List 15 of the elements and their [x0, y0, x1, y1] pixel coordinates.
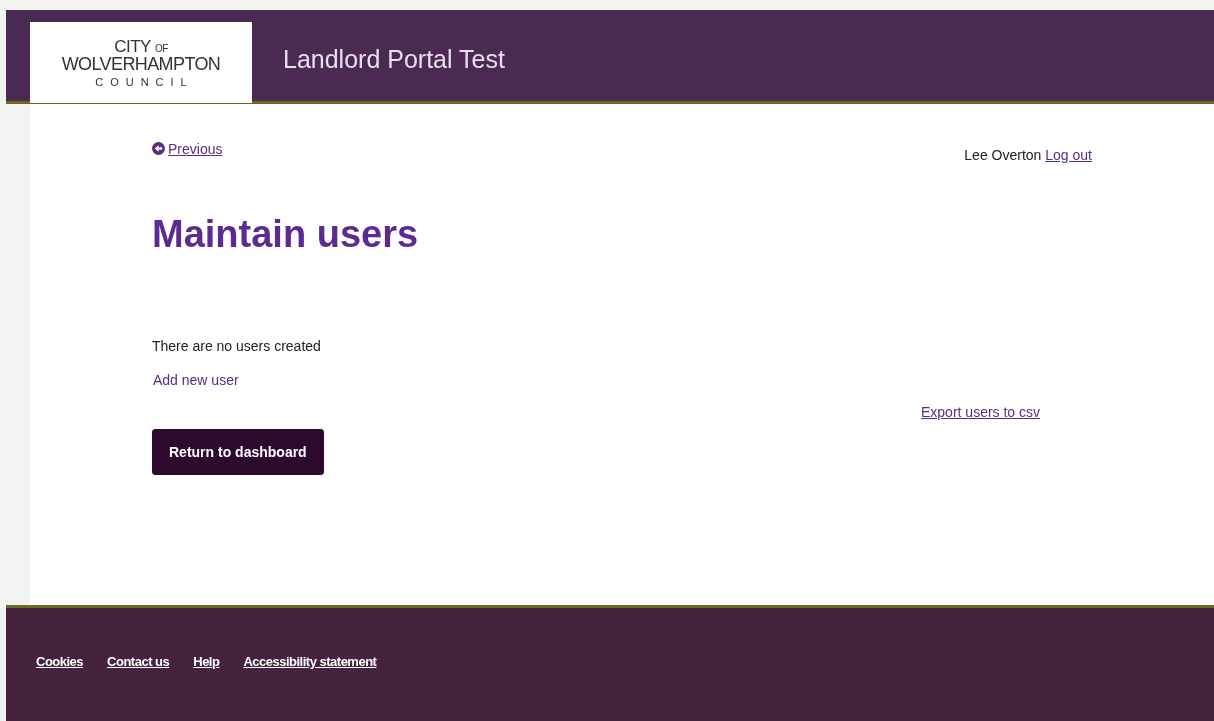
- footer-link[interactable]: Accessibility statement: [243, 654, 377, 670]
- return-button[interactable]: Return to dashboard: [152, 429, 324, 475]
- empty-message: There are no users created: [152, 338, 322, 354]
- logout-link[interactable]: Log out: [1045, 147, 1092, 163]
- user-name: Lee Overton: [964, 147, 1042, 163]
- add-user-link[interactable]: Add new user: [153, 372, 239, 388]
- page-heading: Maintain users: [152, 213, 420, 256]
- back-arrow-icon: [152, 142, 165, 155]
- export-link[interactable]: Export users to csv: [921, 404, 1041, 420]
- portal-title: Landlord Portal Test: [283, 45, 505, 74]
- previous-link[interactable]: Previous: [152, 134, 223, 163]
- footer-link[interactable]: Cookies: [36, 654, 84, 670]
- footer-link[interactable]: Contact us: [107, 654, 170, 670]
- footer-link[interactable]: Help: [193, 654, 220, 670]
- council-logo: CITY OF WOLVERHAMPTON COUNCIL: [30, 22, 252, 103]
